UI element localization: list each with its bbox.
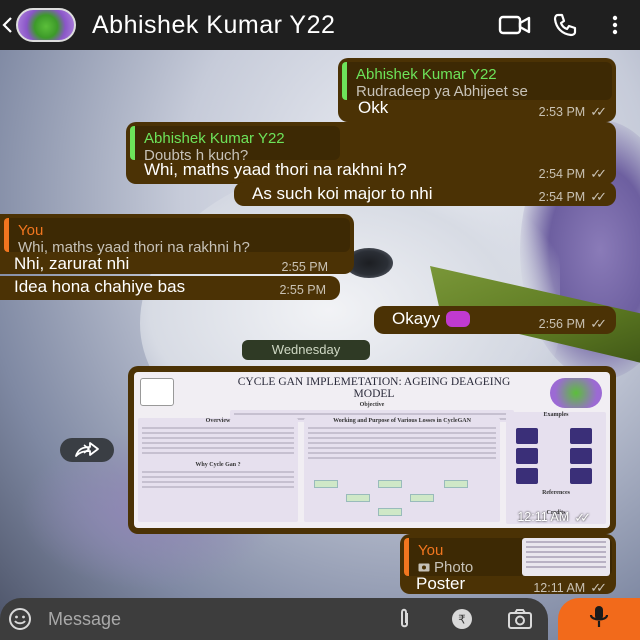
message-time: 2:53 PM <box>538 105 586 119</box>
quote-author: You <box>18 222 44 239</box>
forward-icon[interactable] <box>60 438 114 462</box>
reply-quote[interactable]: Abhishek Kumar Y22 Doubts h kuch? <box>130 126 340 164</box>
read-ticks-icon: ✓✓ <box>590 316 607 331</box>
message-bubble[interactable]: You Whi, maths yaad thori na rakhni h? N… <box>0 214 354 274</box>
photo-thumbnail[interactable] <box>522 538 610 576</box>
more-vert-icon[interactable] <box>590 0 640 50</box>
message-time: 2:56 PM <box>538 317 586 331</box>
poster-section: Overview Why Cycle Gan ? <box>138 418 298 522</box>
message-meta: 2:53 PM ✓✓ <box>538 104 607 120</box>
diagram-box <box>410 494 434 502</box>
read-ticks-icon: ✓✓ <box>574 510 591 525</box>
message-bubble[interactable]: As such koi major to nhi 2:54 PM ✓✓ <box>234 182 616 206</box>
message-meta: 2:56 PM ✓✓ <box>538 316 607 332</box>
svg-text:₹: ₹ <box>458 613 466 627</box>
poster-section-heading: Overview <box>205 418 231 424</box>
message-time: 2:54 PM <box>538 167 586 181</box>
group-logo <box>550 378 602 408</box>
poster-section-heading: Why Cycle Gan ? <box>195 462 241 468</box>
poster-section-heading: Objective <box>359 402 385 408</box>
message-bubble[interactable]: Okayy 2:56 PM ✓✓ <box>374 306 616 334</box>
chat-header: Abhishek Kumar Y22 <box>0 0 640 50</box>
reply-quote[interactable]: You Whi, maths yaad thori na rakhni h? <box>4 218 350 256</box>
read-ticks-icon: ✓✓ <box>590 166 607 181</box>
quote-author: Abhishek Kumar Y22 <box>144 130 285 147</box>
read-ticks-icon: ✓✓ <box>590 104 607 119</box>
message-time: 2:55 PM <box>279 283 326 297</box>
example-face-image <box>516 448 538 464</box>
rupee-icon[interactable]: ₹ <box>442 599 482 639</box>
avatar[interactable] <box>16 8 76 42</box>
message-input-bar: ₹ <box>0 598 548 640</box>
emoji-icon[interactable] <box>0 599 40 639</box>
diagram-box <box>314 480 338 488</box>
example-face-image <box>570 448 592 464</box>
example-face-image <box>516 428 538 444</box>
reply-quote[interactable]: Abhishek Kumar Y22 Rudradeep ya Abhijeet… <box>342 62 612 100</box>
message-text: Nhi, zarurat nhi <box>14 254 130 273</box>
poster-section-heading: Examples <box>543 412 569 418</box>
diagram-box <box>378 480 402 488</box>
message-meta: 2:54 PM ✓✓ <box>538 189 607 205</box>
example-face-image <box>516 468 538 484</box>
day-separator: Wednesday <box>242 340 370 360</box>
institute-logo <box>140 378 174 406</box>
message-bubble[interactable]: Idea hona chahiye bas 2:55 PM <box>0 276 340 300</box>
message-meta: 2:55 PM <box>281 260 328 274</box>
back-arrow-icon[interactable] <box>0 0 14 50</box>
poster-section: Working and Purpose of Various Losses in… <box>304 418 500 522</box>
poster-section-heading: References <box>542 490 570 496</box>
message-text: Idea hona chahiye bas <box>14 277 186 296</box>
example-face-image <box>570 428 592 444</box>
message-text: Okk <box>358 98 389 117</box>
diagram-box <box>444 480 468 488</box>
mic-button[interactable] <box>558 598 640 640</box>
message-text: Okayy <box>392 309 471 329</box>
quote-author: Abhishek Kumar Y22 <box>356 66 497 83</box>
diagram-box <box>346 494 370 502</box>
attach-icon[interactable] <box>384 599 424 639</box>
video-call-icon[interactable] <box>490 0 540 50</box>
read-ticks-icon: ✓✓ <box>590 580 607 595</box>
message-text: As such koi major to nhi <box>252 184 433 203</box>
message-time: 12:11 AM <box>517 510 570 524</box>
message-time: 12:11 AM <box>533 581 586 595</box>
message-meta: 2:54 PM ✓✓ <box>538 166 607 182</box>
poster-title: CYCLE GAN IMPLEMETATION: AGEING DEAGEING… <box>237 376 511 400</box>
message-time: 2:55 PM <box>281 260 328 274</box>
poster-image[interactable]: CYCLE GAN IMPLEMETATION: AGEING DEAGEING… <box>134 372 610 528</box>
poster-section-heading: Working and Purpose of Various Losses in… <box>333 418 471 424</box>
mic-icon <box>588 604 610 635</box>
message-meta: 2:55 PM <box>279 283 326 297</box>
message-meta: 12:11 AM ✓✓ <box>517 510 591 526</box>
message-bubble[interactable]: Abhishek Kumar Y22 Doubts h kuch? Whi, m… <box>126 122 616 184</box>
message-bubble[interactable]: Abhishek Kumar Y22 Rudradeep ya Abhijeet… <box>338 58 616 122</box>
quote-text: Rudradeep ya Abhijeet se <box>356 83 528 100</box>
example-face-image <box>570 468 592 484</box>
message-time: 2:54 PM <box>538 190 586 204</box>
diagram-box <box>378 508 402 516</box>
contact-name[interactable]: Abhishek Kumar Y22 <box>92 11 490 40</box>
message-input[interactable] <box>48 608 384 630</box>
message-meta: 12:11 AM ✓✓ <box>533 580 607 596</box>
message-text: Okayy <box>392 309 441 328</box>
message-text: Whi, maths yaad thori na rakhni h? <box>144 160 407 179</box>
read-ticks-icon: ✓✓ <box>590 189 607 204</box>
message-text: Poster <box>416 574 466 593</box>
pointing-hand-emoji <box>446 311 471 327</box>
phone-icon[interactable] <box>540 0 590 50</box>
camera-icon[interactable] <box>500 599 540 639</box>
